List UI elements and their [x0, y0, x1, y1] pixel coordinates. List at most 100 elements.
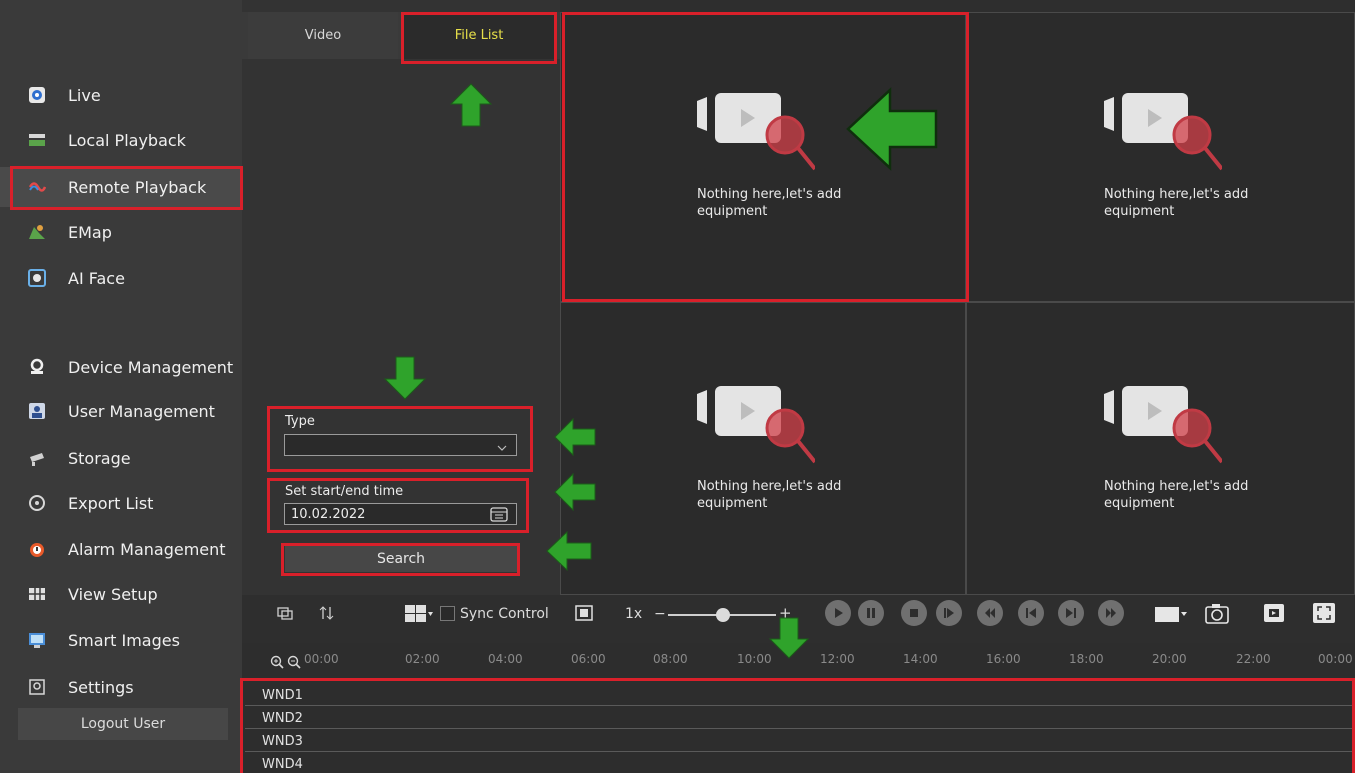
sidebar-item-label: Export List [68, 493, 154, 513]
time-tick: 04:00 [488, 652, 523, 666]
tab-file-list[interactable]: File List [404, 12, 554, 59]
sidebar-item-label: Storage [68, 448, 131, 468]
sidebar-item-label: Alarm Management [68, 539, 226, 559]
time-tick: 00:00 [304, 652, 339, 666]
time-tick: 06:00 [571, 652, 606, 666]
ai-face-icon [28, 269, 46, 287]
no-video-icon [695, 378, 817, 488]
sidebar-item-view-setup[interactable]: View Setup [0, 574, 242, 614]
storage-icon [28, 449, 46, 467]
remote-playback-icon [28, 178, 46, 196]
channel-label: WND1 [262, 688, 303, 703]
time-tick: 22:00 [1236, 652, 1271, 666]
snapshot-icon[interactable] [1204, 601, 1230, 625]
sidebar-item-ai-face[interactable]: AI Face [0, 258, 242, 298]
date-value: 10.02.2022 [291, 507, 366, 522]
sidebar-item-label: Remote Playback [68, 177, 207, 197]
play-icon[interactable] [825, 600, 851, 626]
sidebar-item-label: AI Face [68, 268, 125, 288]
sidebar-item-smart-images[interactable]: Smart Images [0, 620, 242, 660]
device-management-icon [28, 358, 46, 376]
open-folder-icon[interactable] [1262, 602, 1286, 624]
sidebar-item-label: Device Management [68, 357, 234, 377]
fit-frame-icon[interactable] [574, 603, 594, 623]
logout-button[interactable]: Logout User [18, 708, 228, 740]
speed-plus-button[interactable]: + [779, 604, 792, 622]
time-tick: 00:00 [1318, 652, 1353, 666]
step-frame-icon[interactable] [936, 600, 962, 626]
window-toggle-icon[interactable] [276, 604, 294, 622]
sidebar-item-label: Smart Images [68, 630, 180, 650]
calendar-icon[interactable] [490, 506, 508, 526]
live-icon [28, 86, 46, 104]
sidebar-item-export-list[interactable]: Export List [0, 483, 242, 523]
layout-split-icon[interactable] [404, 603, 434, 625]
user-management-icon [28, 402, 46, 420]
no-video-icon [1102, 85, 1224, 195]
zoom-in-icon[interactable] [270, 655, 284, 669]
rewind-icon[interactable] [977, 600, 1003, 626]
channel-label: WND4 [262, 757, 303, 772]
search-button[interactable]: Search [285, 546, 517, 572]
local-playback-icon [28, 131, 46, 149]
empty-message: Nothing here,let's add equipment [1104, 187, 1249, 219]
sync-control-checkbox[interactable] [440, 606, 455, 621]
timeline-row-wnd2[interactable] [245, 709, 1355, 729]
time-tick: 16:00 [986, 652, 1021, 666]
empty-message: Nothing here,let's add equipment [697, 479, 842, 511]
sidebar-item-settings[interactable]: Settings [0, 667, 242, 707]
type-dropdown[interactable] [284, 434, 517, 456]
chevron-down-icon [496, 439, 508, 458]
time-tick: 02:00 [405, 652, 440, 666]
tab-video[interactable]: Video [248, 12, 398, 59]
speed-minus-button[interactable]: − [654, 606, 666, 622]
sidebar-item-label: View Setup [68, 584, 158, 604]
time-label: Set start/end time [285, 484, 404, 499]
export-list-icon [28, 494, 46, 512]
view-setup-icon [28, 585, 46, 603]
sidebar-item-label: Live [68, 85, 101, 105]
sidebar-item-local-playback[interactable]: Local Playback [0, 120, 242, 160]
sidebar-item-alarm-management[interactable]: Alarm Management [0, 529, 242, 569]
sync-control-label: Sync Control [460, 606, 549, 622]
sidebar-item-live[interactable]: Live [0, 75, 242, 115]
channel-label: WND2 [262, 711, 303, 726]
stop-icon[interactable] [901, 600, 927, 626]
sidebar-item-emap[interactable]: EMap [0, 212, 242, 252]
settings-icon [28, 678, 46, 696]
timeline-row-wnd4[interactable] [245, 755, 1355, 773]
previous-icon[interactable] [1018, 600, 1044, 626]
sidebar-item-label: User Management [68, 401, 215, 421]
pause-icon[interactable] [858, 600, 884, 626]
type-label: Type [285, 414, 315, 429]
emap-icon [28, 223, 46, 241]
sidebar-item-device-management[interactable]: Device Management [0, 347, 242, 387]
sidebar-item-remote-playback[interactable]: Remote Playback [0, 167, 242, 207]
record-icon[interactable] [1154, 603, 1188, 625]
sidebar-item-label: Local Playback [68, 130, 186, 150]
smart-images-icon [28, 631, 46, 649]
empty-message: Nothing here,let's add equipment [1104, 479, 1249, 511]
time-tick: 20:00 [1152, 652, 1187, 666]
time-tick: 12:00 [820, 652, 855, 666]
fast-forward-icon[interactable] [1098, 600, 1124, 626]
no-video-icon [1102, 378, 1224, 488]
sort-icon[interactable] [318, 604, 336, 622]
timeline-row-wnd3[interactable] [245, 732, 1355, 752]
time-tick: 10:00 [737, 652, 772, 666]
date-field[interactable]: 10.02.2022 [284, 503, 517, 525]
no-video-icon [695, 85, 817, 195]
speed-slider-thumb[interactable] [716, 608, 730, 622]
sidebar-item-user-management[interactable]: User Management [0, 391, 242, 431]
speed-label: 1x [625, 606, 643, 622]
next-icon[interactable] [1058, 600, 1084, 626]
channel-label: WND3 [262, 734, 303, 749]
sidebar-item-label: Settings [68, 677, 134, 697]
timeline-row-wnd1[interactable] [245, 686, 1355, 706]
fullscreen-icon[interactable] [1312, 602, 1336, 624]
sidebar-item-storage[interactable]: Storage [0, 438, 242, 478]
zoom-out-icon[interactable] [287, 655, 301, 669]
time-tick: 08:00 [653, 652, 688, 666]
time-tick: 14:00 [903, 652, 938, 666]
empty-message: Nothing here,let's add equipment [697, 187, 842, 219]
